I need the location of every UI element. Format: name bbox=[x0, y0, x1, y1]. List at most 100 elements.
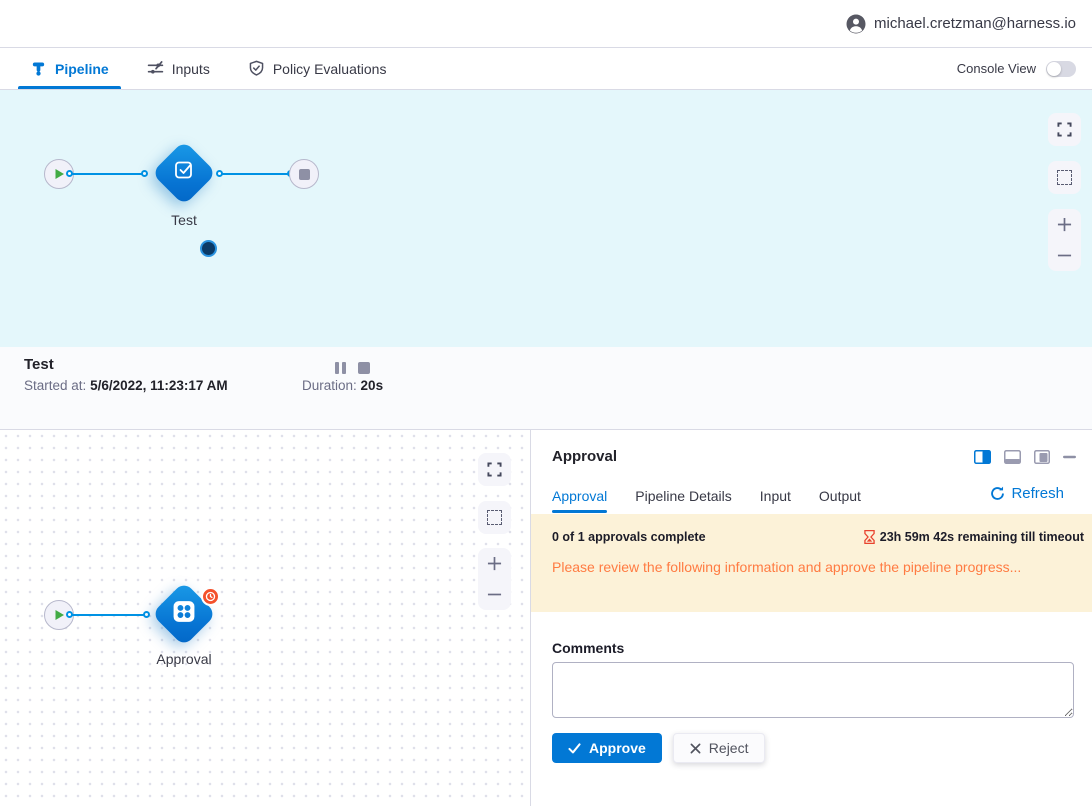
user-menu[interactable]: michael.cretzman@harness.io bbox=[846, 14, 1076, 34]
stage-graph-canvas[interactable]: Approval bbox=[0, 430, 531, 806]
inputs-icon bbox=[147, 60, 164, 77]
tab-policy-evaluations-label: Policy Evaluations bbox=[273, 61, 387, 77]
step-details-panel: Approval Approval Pipeline Details In bbox=[531, 430, 1092, 806]
pause-button[interactable] bbox=[335, 362, 346, 374]
fit-to-screen-icon bbox=[487, 510, 502, 525]
waiting-badge-icon bbox=[201, 587, 220, 606]
play-icon bbox=[54, 168, 65, 180]
pipeline-icon bbox=[30, 60, 47, 77]
stage-label-test: Test bbox=[114, 212, 254, 228]
approval-banner: 0 of 1 approvals complete 23h 59m 42s re… bbox=[531, 514, 1092, 612]
approve-button[interactable]: Approve bbox=[552, 733, 662, 763]
tab-inputs[interactable]: Inputs bbox=[141, 48, 216, 89]
fit-to-screen-button[interactable] bbox=[1048, 161, 1081, 194]
minus-icon bbox=[487, 587, 502, 602]
approve-label: Approve bbox=[589, 740, 646, 756]
fullscreen-button[interactable] bbox=[478, 453, 511, 486]
hourglass-icon bbox=[864, 530, 875, 544]
panel-title: Approval bbox=[552, 448, 617, 465]
started-at: Started at: 5/6/2022, 11:23:17 AM bbox=[24, 378, 228, 393]
layout-split-bottom-button[interactable] bbox=[1004, 450, 1021, 464]
console-view-label: Console View bbox=[957, 61, 1036, 76]
fit-to-screen-icon bbox=[1057, 170, 1072, 185]
plus-icon bbox=[487, 556, 502, 571]
play-icon bbox=[54, 609, 65, 621]
layout-panel-button[interactable] bbox=[1034, 450, 1050, 464]
panel-tab-output[interactable]: Output bbox=[819, 488, 861, 513]
minimize-panel-button[interactable] bbox=[1063, 455, 1076, 459]
zoom-controls bbox=[1048, 209, 1081, 271]
reject-button[interactable]: Reject bbox=[673, 733, 766, 763]
console-view-control: Console View bbox=[957, 48, 1076, 89]
edge-dot bbox=[66, 170, 73, 177]
edge-start-to-test bbox=[70, 173, 145, 175]
approval-actions: Approve Reject bbox=[552, 733, 765, 763]
refresh-icon bbox=[990, 486, 1005, 501]
comments-input[interactable] bbox=[552, 662, 1074, 718]
edge-dot bbox=[216, 170, 223, 177]
stage-detail-section: Approval Approval bbox=[0, 430, 1092, 806]
panel-tab-input[interactable]: Input bbox=[760, 488, 791, 513]
stage-running-badge bbox=[200, 240, 217, 257]
panel-tab-pipeline-details[interactable]: Pipeline Details bbox=[635, 488, 732, 513]
fullscreen-button[interactable] bbox=[1048, 113, 1081, 146]
panel-window-controls bbox=[974, 450, 1076, 464]
duration: Duration: 20s bbox=[302, 378, 383, 393]
started-at-value: 5/6/2022, 11:23:17 AM bbox=[90, 378, 228, 393]
execution-tabbar: Pipeline Inputs Policy Evaluations Conso… bbox=[0, 48, 1092, 90]
fit-to-screen-button[interactable] bbox=[478, 501, 511, 534]
comments-label: Comments bbox=[552, 640, 624, 656]
shield-check-icon bbox=[248, 60, 265, 77]
started-at-label: Started at: bbox=[24, 378, 86, 393]
panel-tabs: Approval Pipeline Details Input Output bbox=[552, 488, 889, 513]
stage-test-icon bbox=[172, 159, 196, 188]
abort-button[interactable] bbox=[358, 362, 370, 374]
toggle-knob bbox=[1047, 62, 1061, 76]
zoom-in-button[interactable] bbox=[478, 548, 511, 579]
tab-inputs-label: Inputs bbox=[172, 61, 210, 77]
edge-test-to-end bbox=[220, 173, 292, 175]
edge-dot bbox=[141, 170, 148, 177]
stage-node-test[interactable] bbox=[151, 140, 216, 205]
layout-split-right-button[interactable] bbox=[974, 450, 991, 464]
tab-pipeline[interactable]: Pipeline bbox=[24, 48, 115, 89]
check-icon bbox=[568, 743, 581, 754]
tab-policy-evaluations[interactable]: Policy Evaluations bbox=[242, 48, 393, 89]
stop-square-icon bbox=[299, 169, 310, 180]
reject-label: Reject bbox=[709, 740, 749, 756]
top-header: michael.cretzman@harness.io bbox=[0, 0, 1092, 48]
execution-title: Test bbox=[24, 356, 54, 373]
pipeline-end-node[interactable] bbox=[289, 159, 319, 189]
user-email: michael.cretzman@harness.io bbox=[874, 15, 1076, 32]
panel-tab-approval[interactable]: Approval bbox=[552, 488, 607, 513]
approvals-complete-text: 0 of 1 approvals complete bbox=[552, 530, 706, 544]
duration-value: 20s bbox=[361, 378, 384, 393]
refresh-button[interactable]: Refresh bbox=[990, 485, 1064, 502]
app-root: michael.cretzman@harness.io Pipeline Inp… bbox=[0, 0, 1092, 806]
execution-status-bar: Test Started at: 5/6/2022, 11:23:17 AM D… bbox=[0, 347, 1092, 430]
zoom-in-button[interactable] bbox=[1048, 209, 1081, 240]
tab-pipeline-label: Pipeline bbox=[55, 61, 109, 77]
approval-step-icon bbox=[172, 599, 197, 629]
plus-icon bbox=[1057, 217, 1072, 232]
close-icon bbox=[690, 743, 701, 754]
execution-actions bbox=[335, 362, 370, 374]
edge-start-to-approval bbox=[70, 614, 147, 616]
step-label-approval: Approval bbox=[114, 651, 254, 667]
timeout-remaining-text: 23h 59m 42s remaining till timeout bbox=[880, 530, 1084, 544]
approval-message: Please review the following information … bbox=[552, 559, 1084, 575]
console-view-toggle[interactable] bbox=[1046, 61, 1076, 77]
refresh-label: Refresh bbox=[1011, 485, 1064, 502]
duration-label: Duration: bbox=[302, 378, 357, 393]
user-avatar-icon bbox=[846, 14, 866, 34]
pipeline-graph-canvas[interactable]: Test bbox=[0, 90, 1092, 347]
timeout-remaining: 23h 59m 42s remaining till timeout bbox=[864, 530, 1084, 544]
edge-dot bbox=[66, 611, 73, 618]
minus-icon bbox=[1057, 248, 1072, 263]
zoom-out-button[interactable] bbox=[1048, 240, 1081, 271]
zoom-out-button[interactable] bbox=[478, 579, 511, 610]
edge-dot bbox=[143, 611, 150, 618]
zoom-controls bbox=[478, 548, 511, 610]
fullscreen-icon bbox=[487, 462, 502, 477]
fullscreen-icon bbox=[1057, 122, 1072, 137]
